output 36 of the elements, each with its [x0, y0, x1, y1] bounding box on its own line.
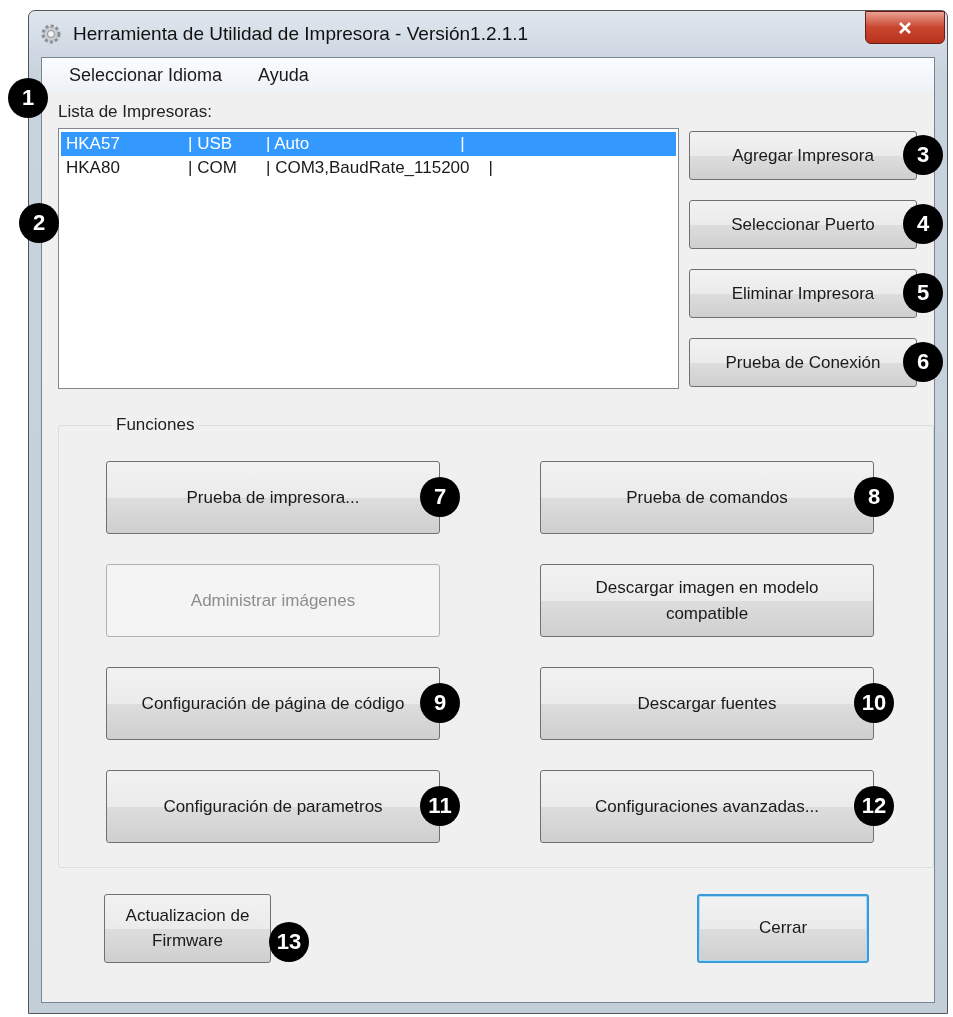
callout-badge: 1: [8, 78, 48, 118]
callout-badge: 2: [19, 203, 59, 243]
callout-badge: 11: [420, 786, 460, 826]
printer-row[interactable]: HKA80 | COM | COM3,BaudRate_115200 |: [61, 156, 676, 180]
printer-list[interactable]: HKA57 | USB | Auto | HKA80 | COM | COM3,BaudRate_115200 |: [58, 128, 679, 389]
row-cell-text: | USB: [188, 134, 234, 154]
row-cell-text: HKA57: [66, 134, 121, 154]
callout-badge: 13: [269, 922, 309, 962]
callout-badge: 4: [903, 204, 943, 244]
row-cell-text: | COM: [188, 158, 238, 178]
gear-icon: [39, 22, 63, 46]
row-cell: | COM3,BaudRate_115200 |: [266, 158, 493, 178]
window-title: Herramienta de Utilidad de Impresora - Versión1.2.1.1: [73, 23, 529, 45]
callout-badge: 6: [903, 342, 943, 382]
printer-action-button[interactable]: Seleccionar Puerto: [689, 200, 917, 249]
printer-action-button[interactable]: Agregar Impresora: [689, 131, 917, 180]
row-cell: | Auto |: [266, 134, 465, 154]
printer-action-button[interactable]: Prueba de Conexión: [689, 338, 917, 387]
close-button[interactable]: [865, 11, 945, 44]
callout-badge: 12: [854, 786, 894, 826]
menu-item[interactable]: Seleccionar Idioma: [69, 64, 223, 86]
close-dialog-button[interactable]: Cerrar: [697, 894, 869, 963]
callout-badge: 3: [903, 135, 943, 175]
printer-action-button[interactable]: Eliminar Impresora: [689, 269, 917, 318]
row-cell-text: HKA80: [66, 158, 121, 178]
function-button[interactable]: Descargar imagen en modelo compatible: [540, 564, 874, 637]
callout-badge: 8: [854, 477, 894, 517]
callout-badge: 9: [420, 683, 460, 723]
callout-badge: 7: [420, 477, 460, 517]
close-icon: [898, 21, 912, 34]
list-label: Lista de Impresoras:: [58, 102, 213, 122]
group-title: Funciones: [115, 415, 196, 435]
firmware-button[interactable]: Actualizacion de Firmware: [104, 894, 271, 963]
menu-item[interactable]: Ayuda: [258, 64, 309, 86]
callout-badge: 10: [854, 683, 894, 723]
callout-badge: 5: [903, 273, 943, 313]
